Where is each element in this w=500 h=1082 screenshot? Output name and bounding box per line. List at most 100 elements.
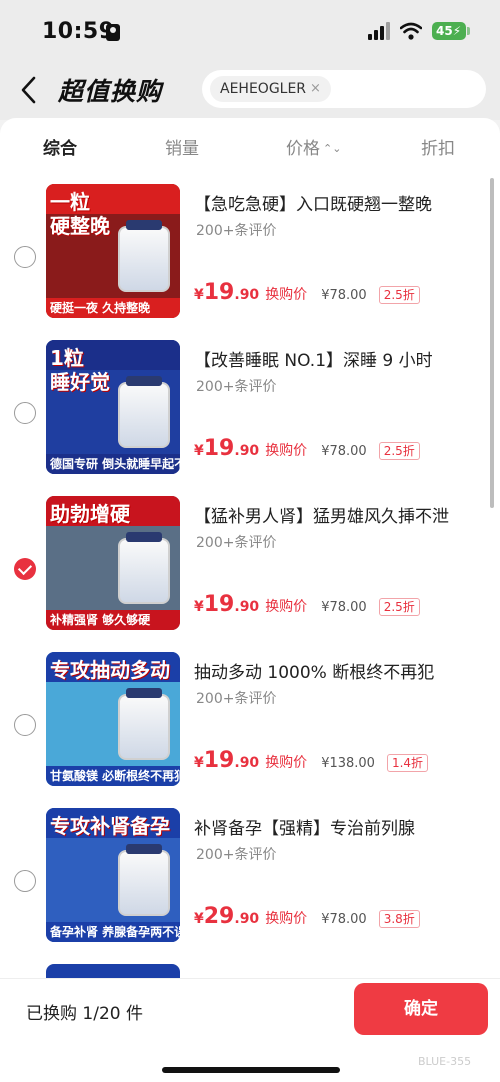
battery-tip xyxy=(467,27,470,35)
price-decimal: .90 xyxy=(234,911,260,927)
product-title[interactable]: 【改善睡眠 NO.1】深睡 9 小时 xyxy=(194,346,433,371)
product-image[interactable]: 一粒 硬整晚硬挺一夜 久持整晚 xyxy=(46,184,180,318)
tab-price-label: 价格 xyxy=(286,139,320,159)
radio-unchecked[interactable] xyxy=(14,246,36,268)
image-slogan: 甘氨酸镁 必断根终不再犯 xyxy=(46,766,180,786)
supplement-bottle-icon xyxy=(118,376,170,448)
tab-price[interactable]: 价格 ⌃⌄ xyxy=(286,134,341,159)
product-list-panel: 综合 销量 价格 ⌃⌄ 折扣 一粒 硬整晚 硬挺一夜 久持整晚 【急吃急硬】入口既硬翘… xyxy=(0,118,500,978)
original-price: ¥78.00 xyxy=(321,912,367,927)
review-count: 200+条评价 xyxy=(196,223,277,239)
image-headline: 专攻抽动多动 xyxy=(50,658,170,682)
radio-checked[interactable] xyxy=(14,558,36,580)
price-integer: 19 xyxy=(203,592,235,617)
tab-discount[interactable]: 折扣 xyxy=(421,134,455,159)
confirm-button[interactable]: 确定 xyxy=(354,983,488,1035)
sort-arrows-icon: ⌃⌄ xyxy=(323,142,342,155)
price-integer: 19 xyxy=(203,748,235,773)
wifi-icon xyxy=(400,22,422,40)
original-price: ¥78.00 xyxy=(321,444,367,459)
product-title[interactable]: 抽动多动 1000% 断根终不再犯 xyxy=(194,658,434,683)
product-item[interactable]: 1粒 睡好觉德国专研 倒头就睡早起不累【改善睡眠 NO.1】深睡 9 小时200… xyxy=(0,340,500,496)
supplement-bottle-icon xyxy=(118,688,170,760)
currency-symbol: ¥ xyxy=(194,911,204,927)
discount-badge: 2.5折 xyxy=(378,598,420,616)
swap-price-label: 换购价 xyxy=(265,755,308,771)
product-image[interactable]: 助勃增硬补精强肾 够久够硬 xyxy=(46,496,180,630)
image-slogan: 德国专研 倒头就睡早起不累 xyxy=(46,454,180,474)
product-item[interactable]: 专攻抽动多动 甘氨酸镁 必断根终不再犯 抽动多动 1000% 断根终不再犯 200+条… xyxy=(0,652,500,808)
radio-unchecked[interactable] xyxy=(14,402,36,424)
price-row: ¥19.90 换购价 ¥78.00 2.5折 xyxy=(194,436,420,464)
watermark: BLUE-355 xyxy=(418,1055,472,1068)
price-decimal: .90 xyxy=(234,755,260,771)
price-decimal: .90 xyxy=(234,443,260,459)
currency-symbol: ¥ xyxy=(194,443,204,459)
supplement-bottle-icon xyxy=(118,532,170,604)
tab-sales[interactable]: 销量 xyxy=(165,134,199,159)
tab-comprehensive[interactable]: 综合 xyxy=(43,134,77,159)
back-arrow-icon[interactable] xyxy=(14,72,46,108)
currency-symbol: ¥ xyxy=(194,755,204,771)
image-slogan: 补精强肾 够久够硬 xyxy=(46,610,180,630)
product-item[interactable]: 一粒 硬整晚 硬挺一夜 久持整晚 【急吃急硬】入口既硬翘一整晚 200+条评价 ¥19.… xyxy=(0,184,500,340)
price-integer: 19 xyxy=(203,280,235,305)
discount-badge: 1.4折 xyxy=(386,754,429,772)
radio-unchecked[interactable] xyxy=(14,714,36,736)
price-decimal: .90 xyxy=(234,599,260,615)
image-slogan: 备孕补肾 养腺备孕两不误 xyxy=(46,922,180,942)
product-image[interactable]: 专攻抽动多动甘氨酸镁 必断根终不再犯 xyxy=(46,652,180,786)
price-row: ¥29.90 换购价 ¥78.00 3.8折 xyxy=(194,904,420,932)
swap-price-label: 换购价 xyxy=(265,287,308,303)
price-row: ¥19.90 换购价 ¥78.00 2.5折 xyxy=(194,280,420,308)
currency-symbol: ¥ xyxy=(194,287,204,303)
review-count: 200+条评价 xyxy=(196,847,277,863)
bottom-bar: 已换购 1/20 件 确定 BLUE-355 xyxy=(0,978,500,1082)
id-card-icon xyxy=(106,24,120,41)
image-headline: 1粒 睡好觉 xyxy=(50,346,110,394)
swap-price-label: 换购价 xyxy=(265,443,308,459)
discount-badge: 3.8折 xyxy=(378,910,420,928)
product-title[interactable]: 【猛补男人肾】猛男雄风久挿不泄 xyxy=(194,502,449,527)
price-row: ¥19.90 换购价 ¥138.00 1.4折 xyxy=(194,748,429,776)
product-title[interactable]: 补肾备孕【强精】专治前列腺 xyxy=(194,814,415,839)
product-title[interactable]: 【急吃急硬】入口既硬翘一整晚 xyxy=(194,190,432,215)
price-integer: 19 xyxy=(203,436,235,461)
product-item[interactable]: 专攻补肾备孕 备孕补肾 养腺备孕两不误 补肾备孕【强精】专治前列腺 200+条评价 ¥2… xyxy=(0,808,500,964)
search-box[interactable]: AEHEOGLER × xyxy=(202,70,486,108)
supplement-bottle-icon xyxy=(118,220,170,292)
search-filter-chip[interactable]: AEHEOGLER × xyxy=(210,76,331,102)
original-price: ¥78.00 xyxy=(321,288,367,303)
chip-label: AEHEOGLER xyxy=(220,81,307,97)
original-price: ¥78.00 xyxy=(321,600,367,615)
product-image-partial[interactable] xyxy=(46,964,180,978)
review-count: 200+条评价 xyxy=(196,691,277,707)
product-item[interactable]: 助勃增硬 补精强肾 够久够硬 【猛补男人肾】猛男雄风久挿不泄 200+条评价 ¥19.9… xyxy=(0,496,500,652)
product-image[interactable]: 1粒 睡好觉德国专研 倒头就睡早起不累 xyxy=(46,340,180,474)
review-count: 200+条评价 xyxy=(196,535,277,551)
product-image[interactable]: 专攻补肾备孕备孕补肾 养腺备孕两不误 xyxy=(46,808,180,942)
discount-badge: 2.5折 xyxy=(378,286,420,304)
clock: 10:59 xyxy=(42,19,115,44)
battery-icon: 45⚡ xyxy=(432,22,466,40)
sort-tabs: 综合 销量 价格 ⌃⌄ 折扣 xyxy=(0,128,500,164)
discount-badge: 2.5折 xyxy=(378,442,420,460)
supplement-bottle-icon xyxy=(118,844,170,916)
header: 超值换购 AEHEOGLER × xyxy=(0,62,500,120)
review-count: 200+条评价 xyxy=(196,379,277,395)
swap-price-label: 换购价 xyxy=(265,911,308,927)
radio-unchecked[interactable] xyxy=(14,870,36,892)
currency-symbol: ¥ xyxy=(194,599,204,615)
close-icon[interactable]: × xyxy=(310,76,321,102)
image-headline: 专攻补肾备孕 xyxy=(50,814,170,838)
image-headline: 助勃增硬 xyxy=(50,502,130,526)
swap-price-label: 换购价 xyxy=(265,599,308,615)
swap-count: 已换购 1/20 件 xyxy=(26,1004,143,1024)
home-indicator xyxy=(162,1067,340,1073)
page-title: 超值换购 xyxy=(58,77,163,106)
price-decimal: .90 xyxy=(234,287,260,303)
image-headline: 一粒 硬整晚 xyxy=(50,190,110,238)
original-price: ¥138.00 xyxy=(321,756,375,771)
price-row: ¥19.90 换购价 ¥78.00 2.5折 xyxy=(194,592,420,620)
image-slogan: 硬挺一夜 久持整晚 xyxy=(46,298,180,318)
